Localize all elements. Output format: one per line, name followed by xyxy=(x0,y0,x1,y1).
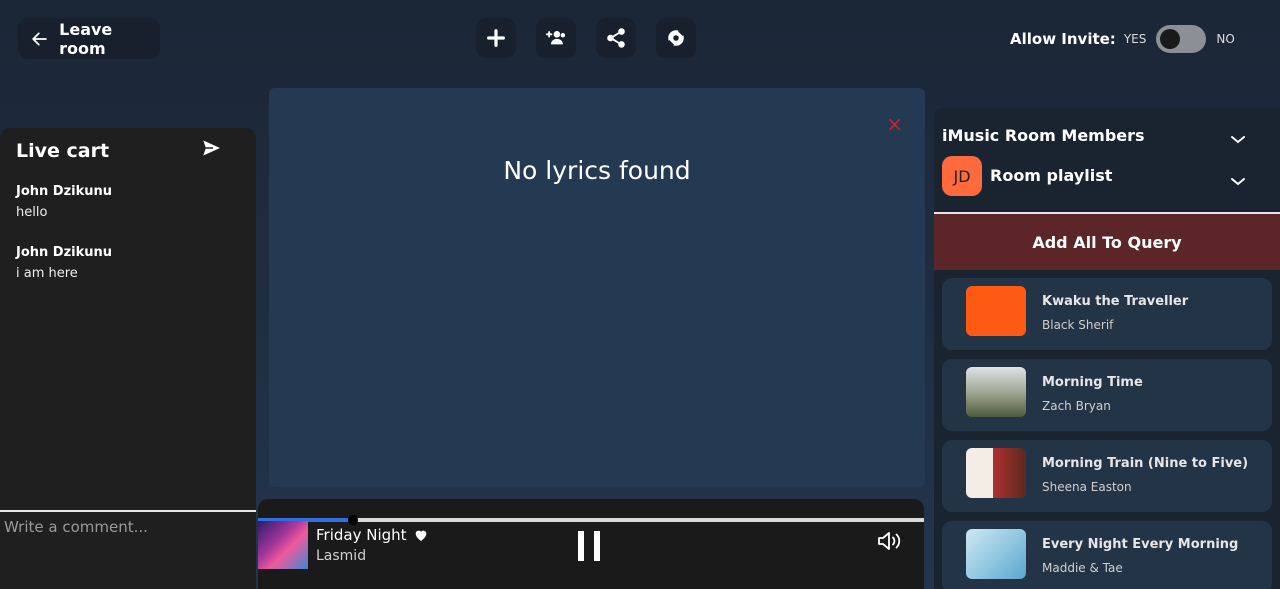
settings-button[interactable] xyxy=(656,18,696,58)
leave-room-button[interactable]: Leave room xyxy=(18,18,160,59)
send-button[interactable] xyxy=(200,136,224,164)
live-chat-panel: Live cart John Dzikunu hello John Dzikun… xyxy=(0,128,256,589)
song-artwork xyxy=(966,529,1026,579)
close-icon[interactable]: × xyxy=(886,112,903,136)
music-player: Friday Night Lasmid xyxy=(258,499,924,589)
playlist-item[interactable]: Every Night Every Morning Maddie & Tae xyxy=(942,521,1272,589)
members-expand-button[interactable] xyxy=(1230,130,1246,149)
add-users-button[interactable] xyxy=(536,18,576,58)
message-text: hello xyxy=(16,205,48,220)
progress-handle[interactable] xyxy=(348,515,359,525)
heart-icon[interactable] xyxy=(413,527,429,543)
song-artist: Black Sherif xyxy=(1042,318,1114,332)
playlist-expand-button[interactable] xyxy=(1230,172,1246,191)
pause-button[interactable] xyxy=(578,531,600,561)
add-button[interactable] xyxy=(476,18,516,58)
album-cover xyxy=(258,521,308,569)
allow-invite-label: Allow Invite: xyxy=(1010,30,1116,48)
room-side-panel: iMusic Room Members JD Room playlist Add… xyxy=(934,108,1280,589)
track-title-row: Friday Night xyxy=(316,526,429,544)
members-title: iMusic Room Members xyxy=(942,126,1145,145)
playlist-title: Room playlist xyxy=(990,166,1113,185)
leave-room-label: Leave room xyxy=(59,19,113,58)
chat-message: John Dzikunu i am here xyxy=(16,245,112,281)
song-title: Every Night Every Morning xyxy=(1042,537,1239,552)
add-users-icon xyxy=(545,31,566,45)
lyrics-panel: × No lyrics found xyxy=(269,88,925,487)
pause-icon xyxy=(578,531,584,561)
toggle-knob xyxy=(1160,29,1181,49)
volume-icon xyxy=(878,532,901,550)
message-text: i am here xyxy=(16,266,78,281)
song-artwork xyxy=(966,286,1026,336)
song-artist: Sheena Easton xyxy=(1042,480,1132,494)
share-button[interactable] xyxy=(596,18,636,58)
add-all-to-query-button[interactable]: Add All To Query xyxy=(934,214,1280,270)
chat-message: John Dzikunu hello xyxy=(16,184,112,220)
chat-title: Live cart xyxy=(16,140,110,162)
song-artwork xyxy=(966,367,1026,417)
chevron-down-icon xyxy=(1231,136,1245,144)
track-artist: Lasmid xyxy=(316,548,367,564)
comment-input[interactable] xyxy=(0,512,256,542)
share-icon xyxy=(607,28,625,48)
pause-icon-bar xyxy=(594,531,600,561)
send-icon xyxy=(200,137,224,159)
song-title: Morning Time xyxy=(1042,375,1143,390)
song-artist: Zach Bryan xyxy=(1042,399,1111,413)
room-toolbar xyxy=(476,18,696,58)
playlist-item[interactable]: Morning Time Zach Bryan xyxy=(942,359,1272,431)
arrow-left-icon xyxy=(32,32,47,45)
progress-bar[interactable] xyxy=(258,515,924,525)
avatar: JD xyxy=(942,156,982,196)
add-icon xyxy=(487,29,505,47)
allow-invite-control: Allow Invite: YES NO xyxy=(1010,24,1235,54)
song-title: Kwaku the Traveller xyxy=(1042,294,1189,309)
message-author: John Dzikunu xyxy=(16,245,113,260)
song-title: Morning Train (Nine to Five) xyxy=(1042,456,1249,471)
lyrics-message: No lyrics found xyxy=(503,156,691,185)
comment-input-area xyxy=(0,510,256,589)
song-artist: Maddie & Tae xyxy=(1042,561,1123,575)
chevron-down-icon xyxy=(1231,178,1245,186)
volume-button[interactable] xyxy=(876,529,904,557)
playlist-item[interactable]: Morning Train (Nine to Five) Sheena East… xyxy=(942,440,1272,512)
allow-invite-toggle[interactable] xyxy=(1156,25,1207,53)
track-title: Friday Night xyxy=(316,526,407,544)
settings-icon xyxy=(667,29,685,47)
song-artwork xyxy=(966,448,1026,498)
playlist-item[interactable]: Kwaku the Traveller Black Sherif xyxy=(942,278,1272,350)
invite-yes-label: YES xyxy=(1123,32,1147,46)
message-author: John Dzikunu xyxy=(16,184,113,199)
invite-no-label: NO xyxy=(1216,32,1235,46)
